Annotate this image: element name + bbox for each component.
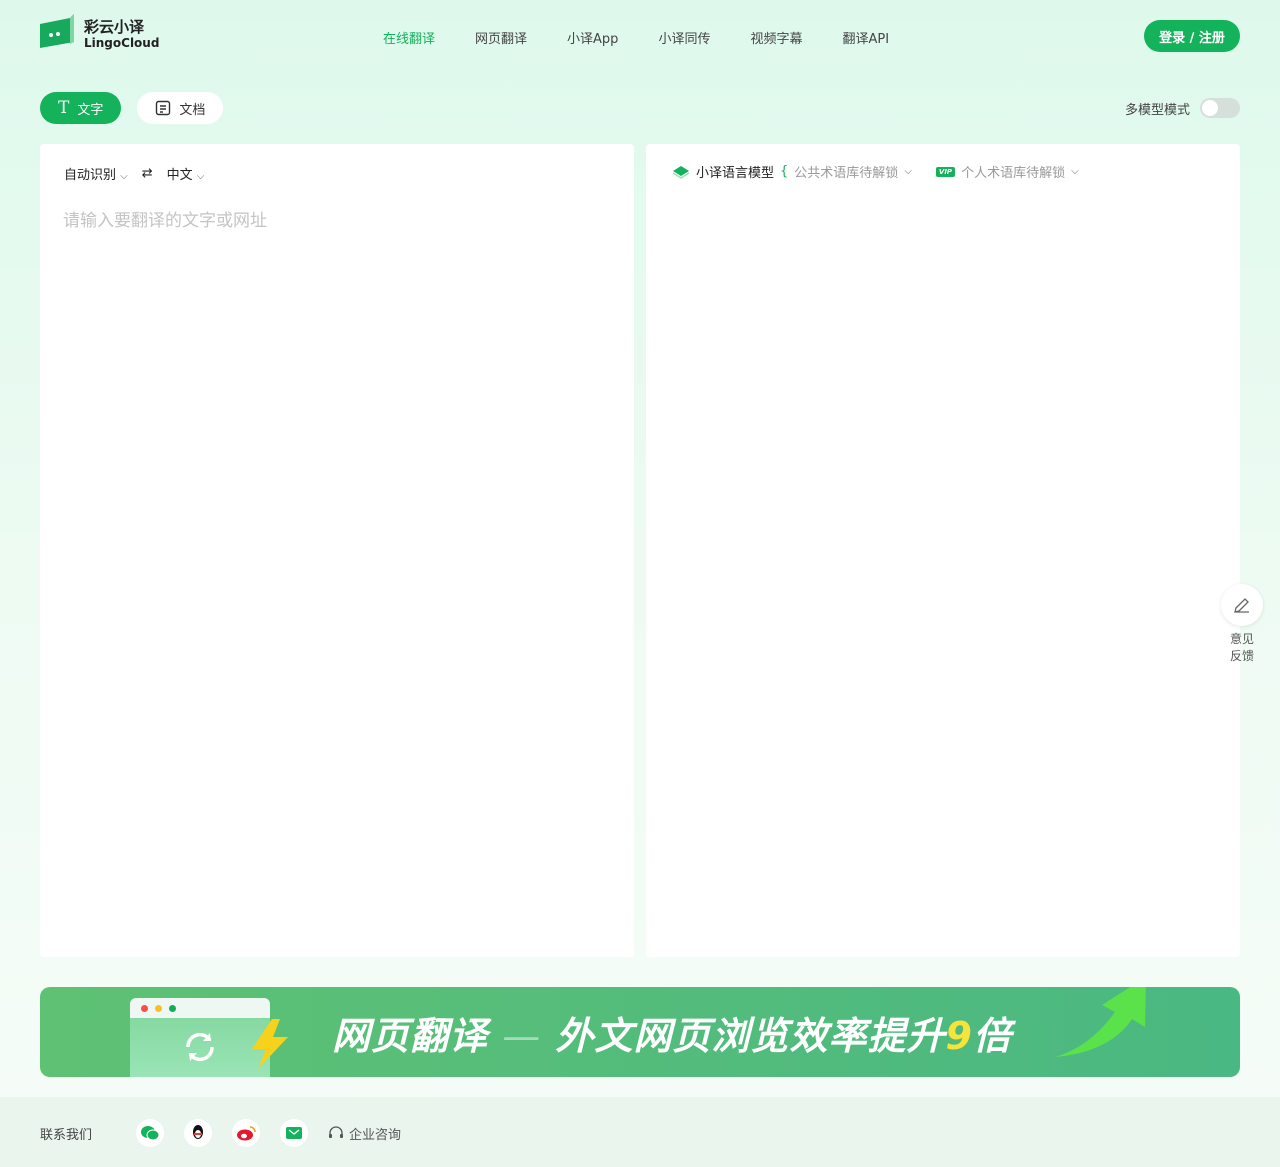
mode-tabs: T 文字 文档 bbox=[40, 92, 224, 124]
public-glossary-select[interactable]: 公共术语库待解锁 bbox=[794, 162, 898, 181]
logo-text-en: LingoCloud bbox=[84, 36, 160, 50]
multi-model-toggle[interactable] bbox=[1200, 98, 1240, 118]
multi-model-label: 多模型模式 bbox=[1124, 102, 1190, 118]
model-select[interactable]: 小译语言模型 bbox=[696, 162, 774, 181]
nav-web-translate[interactable]: 网页翻译 bbox=[475, 28, 527, 47]
contact-us-label: 联系我们 bbox=[40, 1128, 93, 1143]
email-icon[interactable] bbox=[280, 1119, 308, 1147]
logo-icon bbox=[40, 14, 74, 54]
header: 彩云小译 LingoCloud 在线翻译 网页翻译 小译App 小译同传 视频字幕… bbox=[0, 0, 1280, 75]
nav-api[interactable]: 翻译API bbox=[842, 28, 889, 47]
chevron-down-icon: ⌵ bbox=[1071, 166, 1079, 177]
wechat-icon[interactable] bbox=[136, 1119, 164, 1147]
nav-online-translate[interactable]: 在线翻译 bbox=[383, 28, 435, 47]
nav-app[interactable]: 小译App bbox=[567, 28, 618, 47]
source-language: 自动识别 bbox=[64, 168, 117, 183]
source-language-select[interactable]: 自动识别 ⌵ bbox=[64, 164, 128, 183]
feedback-label-1: 意见 bbox=[1229, 632, 1254, 646]
bracket-icon: { bbox=[780, 164, 789, 179]
target-panel: 小译语言模型 { 公共术语库待解锁 ⌵ VIP 个人术语库待解锁 ⌵ bbox=[646, 144, 1240, 957]
nav-subtitles[interactable]: 视频字幕 bbox=[750, 28, 802, 47]
weibo-icon[interactable] bbox=[232, 1119, 260, 1147]
chevron-down-icon: ⌵ bbox=[904, 166, 912, 177]
qq-icon[interactable] bbox=[184, 1119, 212, 1147]
text-icon: T bbox=[58, 98, 70, 118]
chevron-down-icon: ⌵ bbox=[120, 171, 128, 182]
model-layers-icon bbox=[672, 165, 690, 179]
tab-document[interactable]: 文档 bbox=[137, 92, 224, 124]
multi-model-toggle-row: 多模型模式 bbox=[1125, 98, 1240, 118]
feedback-label-2: 反馈 bbox=[1229, 649, 1254, 663]
tab-document-label: 文档 bbox=[179, 102, 206, 118]
up-arrow-icon bbox=[1055, 987, 1146, 1057]
target-language-select[interactable]: 中文 ⌵ bbox=[167, 164, 205, 183]
banner-dash: — bbox=[502, 1014, 542, 1058]
enterprise-consult-link[interactable]: 企业咨询 bbox=[328, 1124, 401, 1143]
source-panel: 自动识别 ⌵ ⇄ 中文 ⌵ 请输入要翻译的文字或网址 bbox=[40, 144, 634, 957]
footer: 联系我们 企业咨询 bbox=[0, 1097, 1280, 1167]
nav-simultaneous[interactable]: 小译同传 bbox=[658, 28, 710, 47]
main-nav: 在线翻译 网页翻译 小译App 小译同传 视频字幕 翻译API bbox=[383, 28, 889, 47]
banner-tail: 倍 bbox=[972, 1014, 1012, 1058]
enterprise-consult-label: 企业咨询 bbox=[349, 1127, 402, 1143]
source-text-input[interactable]: 请输入要翻译的文字或网址 bbox=[63, 206, 267, 231]
chevron-down-icon: ⌵ bbox=[196, 171, 205, 182]
target-language: 中文 bbox=[166, 168, 193, 183]
logo-text-cn: 彩云小译 bbox=[84, 18, 145, 36]
login-button[interactable]: 登录 / 注册 bbox=[1144, 20, 1240, 52]
tab-text-label: 文字 bbox=[77, 102, 104, 118]
personal-glossary-select[interactable]: 个人术语库待解锁 bbox=[961, 162, 1065, 181]
logo[interactable]: 彩云小译 LingoCloud bbox=[40, 14, 159, 54]
tab-text[interactable]: T 文字 bbox=[40, 92, 122, 124]
banner-title: 网页翻译 bbox=[332, 1014, 489, 1058]
banner-slogan: 外文网页浏览效率提升 bbox=[555, 1014, 946, 1058]
banner-nine: 9 bbox=[945, 1014, 973, 1058]
feedback-button[interactable]: 意见 反馈 bbox=[1221, 584, 1263, 664]
document-icon bbox=[156, 100, 171, 116]
swap-languages-icon[interactable]: ⇄ bbox=[142, 166, 153, 181]
web-translate-banner[interactable]: 网页翻译 — 外文网页浏览效率提升9倍 bbox=[40, 987, 1240, 1077]
pencil-icon bbox=[1234, 598, 1249, 613]
lightning-icon bbox=[252, 1019, 288, 1069]
refresh-icon bbox=[186, 1032, 214, 1062]
headset-icon bbox=[329, 1126, 343, 1138]
vip-badge: VIP bbox=[935, 166, 956, 177]
